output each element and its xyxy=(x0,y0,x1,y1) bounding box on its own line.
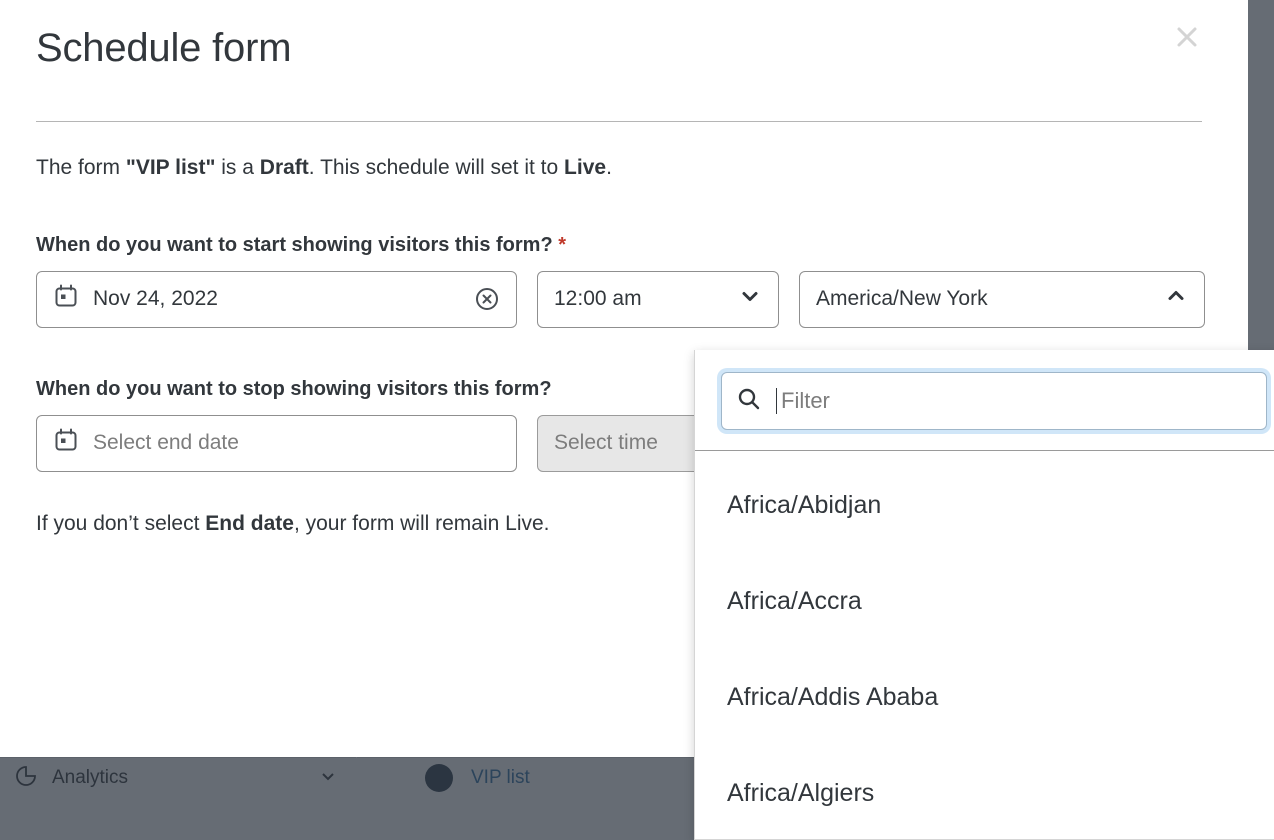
start-date-input[interactable]: Nov 24, 2022 xyxy=(36,270,517,328)
intro-mid2: . This schedule will set it to xyxy=(308,156,565,179)
intro-mid1: is a xyxy=(215,156,260,179)
header-divider xyxy=(36,121,1202,122)
end-date-placeholder: Select end date xyxy=(93,431,239,454)
intro-form-name: "VIP list" xyxy=(125,156,216,179)
timezone-option-label: Africa/Addis Ababa xyxy=(727,682,939,711)
page-title: Schedule form xyxy=(36,26,292,70)
start-date-value: Nov 24, 2022 xyxy=(93,287,218,310)
required-marker: * xyxy=(558,233,567,256)
end-question-text: When do you want to stop showing visitor… xyxy=(36,377,552,400)
timezone-filter-placeholder: Filter xyxy=(781,388,830,413)
start-question-text: When do you want to start showing visito… xyxy=(36,233,553,256)
calendar-icon xyxy=(53,427,79,459)
start-question-label: When do you want to start showing visito… xyxy=(36,234,1212,257)
calendar-icon xyxy=(53,283,79,315)
timezone-option-label: Africa/Accra xyxy=(727,586,862,615)
start-timezone-value: America/New York xyxy=(816,287,988,310)
helper-prefix: If you don’t select xyxy=(36,511,206,535)
timezone-option[interactable]: Africa/Accra xyxy=(695,553,1274,649)
timezone-option-list: Africa/Abidjan Africa/Accra Africa/Addis… xyxy=(695,451,1274,839)
timezone-option[interactable]: Africa/Abidjan xyxy=(695,457,1274,553)
close-icon[interactable] xyxy=(1168,18,1206,56)
text-cursor xyxy=(776,388,777,414)
start-field-row: Nov 24, 2022 12:00 am America/New York xyxy=(36,270,1212,328)
timezone-dropdown-panel: Filter Africa/Abidjan Africa/Accra Afric… xyxy=(694,350,1274,840)
search-icon xyxy=(736,386,762,417)
start-time-select[interactable]: 12:00 am xyxy=(537,270,779,328)
intro-text: The form "VIP list" is a Draft. This sch… xyxy=(36,152,1212,184)
timezone-option[interactable]: Africa/Addis Ababa xyxy=(695,649,1274,745)
intro-suffix: . xyxy=(606,156,612,179)
clear-circle-icon[interactable] xyxy=(474,286,500,312)
page-root: Analytics VIP list Schedule form xyxy=(0,0,1274,840)
timezone-filter-input[interactable]: Filter xyxy=(721,372,1267,430)
intro-status-from: Draft xyxy=(259,156,309,179)
helper-bold: End date xyxy=(205,511,294,535)
chevron-down-icon xyxy=(738,284,762,314)
timezone-option-label: Africa/Abidjan xyxy=(727,490,882,519)
start-time-value: 12:00 am xyxy=(554,287,642,310)
intro-prefix: The form xyxy=(36,156,126,179)
end-date-input[interactable]: Select end date xyxy=(36,414,517,472)
intro-status-to: Live xyxy=(564,156,607,179)
timezone-option-label: Africa/Algiers xyxy=(727,778,875,807)
helper-suffix: , your form will remain Live. xyxy=(293,511,550,535)
timezone-filter-wrap: Filter xyxy=(695,350,1274,450)
start-timezone-select[interactable]: America/New York xyxy=(799,270,1205,328)
timezone-option[interactable]: Africa/Algiers xyxy=(695,745,1274,839)
chevron-up-icon xyxy=(1164,284,1188,314)
